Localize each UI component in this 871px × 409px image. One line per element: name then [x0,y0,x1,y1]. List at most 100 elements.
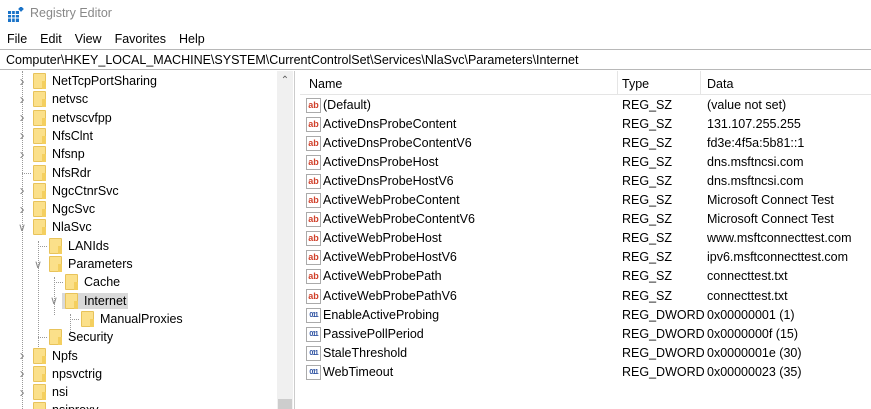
tree-item[interactable]: ManualProxies [0,310,276,328]
value-type: REG_SZ [622,174,673,189]
string-value-icon: ab [306,288,321,304]
tree-item[interactable]: ∨ Parameters [0,255,276,273]
tree-item[interactable]: › NetTcpPortSharing [0,72,276,90]
tree-item[interactable]: nsiproxy [0,401,276,409]
tree-item[interactable]: LANIds [0,237,276,255]
column-header-name[interactable]: Name [309,77,342,91]
menu-edit[interactable]: Edit [33,30,68,48]
value-data: connecttest.txt [707,269,788,284]
chevron-down-icon[interactable]: ∨ [49,294,59,307]
folder-icon [81,310,94,327]
tree-item[interactable]: › npsvctrig [0,365,276,383]
value-row[interactable]: 011 StaleThreshold REG_DWORD 0x0000001e (30… [300,344,871,363]
tree-connector [38,337,47,339]
chevron-right-icon[interactable]: › [17,365,27,382]
key-tree[interactable]: nsiproxy › nsi › npsvctrig › Npfs Security Manua… [0,71,295,409]
value-name: StaleThreshold [323,345,408,360]
chevron-right-icon[interactable]: › [17,347,27,364]
chevron-right-icon[interactable]: › [17,127,27,144]
value-type: REG_DWORD [622,345,705,360]
value-row[interactable]: ab ActiveWebProbeHost REG_SZ www.msftconnec… [300,229,871,248]
value-name: ActiveWebProbeContent [323,193,460,208]
value-data: fd3e:4f5a:5b81::1 [707,136,805,151]
chevron-down-icon[interactable]: ∨ [33,258,43,271]
chevron-right-icon[interactable]: › [17,384,27,401]
value-data: dns.msftncsi.com [707,155,804,170]
chevron-right-icon[interactable]: › [17,109,27,126]
tree-item-label: NfsRdr [52,165,91,180]
chevron-down-icon[interactable]: ∨ [17,221,27,234]
value-type: REG_SZ [622,212,673,227]
value-row[interactable]: 011 EnableActiveProbing REG_DWORD 0x0000000… [300,306,871,325]
value-row[interactable]: ab ActiveDnsProbeHostV6 REG_SZ dns.msftncsi… [300,172,871,191]
menu-file[interactable]: File [0,30,33,48]
chevron-right-icon[interactable]: › [17,91,27,108]
value-row[interactable]: ab ActiveWebProbeContentV6 REG_SZ Microsoft… [300,210,871,229]
value-row[interactable]: 011 WebTimeout REG_DWORD 0x00000023 (35) [300,363,871,382]
value-row[interactable]: ab ActiveWebProbeContent REG_SZ Microsoft C… [300,191,871,210]
value-row[interactable]: ab ActiveWebProbeHostV6 REG_SZ ipv6.msftcon… [300,248,871,267]
tree-item[interactable]: › NgcCtnrSvc [0,182,276,200]
chevron-right-icon[interactable]: › [17,201,27,218]
chevron-right-icon[interactable]: › [17,146,27,163]
value-data: Microsoft Connect Test [707,212,834,227]
menu-bar: File Edit View Favorites Help [0,30,211,48]
tree-item-label: NetTcpPortSharing [52,74,157,88]
window-title: Registry Editor [30,6,112,20]
tree-item-label: NgcCtnrSvc [52,183,119,198]
tree-item[interactable]: › netvsc [0,90,276,108]
value-row[interactable]: ab ActiveDnsProbeContent REG_SZ 131.107.255… [300,115,871,134]
value-name: ActiveDnsProbeHostV6 [323,174,454,189]
column-divider[interactable] [700,71,701,95]
value-row[interactable]: ab (Default) REG_SZ (value not set) [300,96,871,115]
column-divider[interactable] [617,71,618,95]
folder-icon [65,292,78,309]
value-row[interactable]: 011 PassivePollPeriod REG_DWORD 0x0000000f … [300,325,871,344]
folder-icon [49,256,62,272]
folder-icon [33,402,46,409]
tree-item[interactable]: › NgcSvc [0,200,276,218]
tree-item-label: Nfsnp [52,147,85,162]
value-type: REG_SZ [622,155,673,170]
menu-favorites[interactable]: Favorites [108,30,172,48]
value-data: 131.107.255.255 [707,117,801,132]
scroll-up-icon[interactable]: ⌃ [277,71,293,88]
string-value-icon: ab [306,117,321,133]
value-name: (Default) [323,98,371,112]
tree-item[interactable]: ∨ NlaSvc [0,218,276,236]
tree-item-label: LANIds [68,238,109,253]
column-header-data[interactable]: Data [707,77,733,91]
tree-scrollbar[interactable]: ⌃ [277,71,293,409]
scroll-thumb[interactable] [278,399,292,409]
tree-item[interactable]: › nsi [0,383,276,401]
menu-view[interactable]: View [68,30,108,48]
tree-item[interactable]: › netvscvfpp [0,109,276,127]
value-row[interactable]: ab ActiveDnsProbeContentV6 REG_SZ fd3e:4f5a… [300,134,871,153]
tree-item[interactable]: › Nfsnp [0,145,276,163]
value-type: REG_SZ [622,193,673,208]
value-row[interactable]: ab ActiveWebProbePath REG_SZ connecttest.tx… [300,267,871,286]
value-name: ActiveWebProbePathV6 [323,288,457,303]
tree-item[interactable]: › Npfs [0,347,276,365]
value-data: 0x00000023 (35) [707,364,802,379]
tree-item[interactable]: Security [0,328,276,346]
tree-item-label: Npfs [52,348,78,363]
tree-item-label: netvsc [52,92,89,107]
address-bar[interactable]: Computer\HKEY_LOCAL_MACHINE\SYSTEM\Curre… [0,49,871,70]
tree-item[interactable]: ∨ Internet [0,292,276,310]
tree-item[interactable]: › NfsClnt [0,127,276,145]
value-row[interactable]: ab ActiveWebProbePathV6 REG_SZ connecttest.… [300,287,871,306]
chevron-right-icon[interactable]: › [17,73,27,90]
value-row[interactable]: ab ActiveDnsProbeHost REG_SZ dns.msftncsi.c… [300,153,871,172]
chevron-right-icon[interactable]: › [17,182,27,199]
tree-item[interactable]: Cache [0,273,276,291]
column-header-type[interactable]: Type [622,77,649,91]
folder-icon [33,219,46,236]
folder-icon [33,347,46,364]
value-name: ActiveWebProbePath [323,269,442,284]
dword-value-icon: 011 [306,326,321,342]
tree-item[interactable]: NfsRdr [0,164,276,182]
value-data: www.msftconnecttest.com [707,231,852,246]
menu-help[interactable]: Help [172,30,211,48]
tree-item-label: nsi [52,385,68,400]
